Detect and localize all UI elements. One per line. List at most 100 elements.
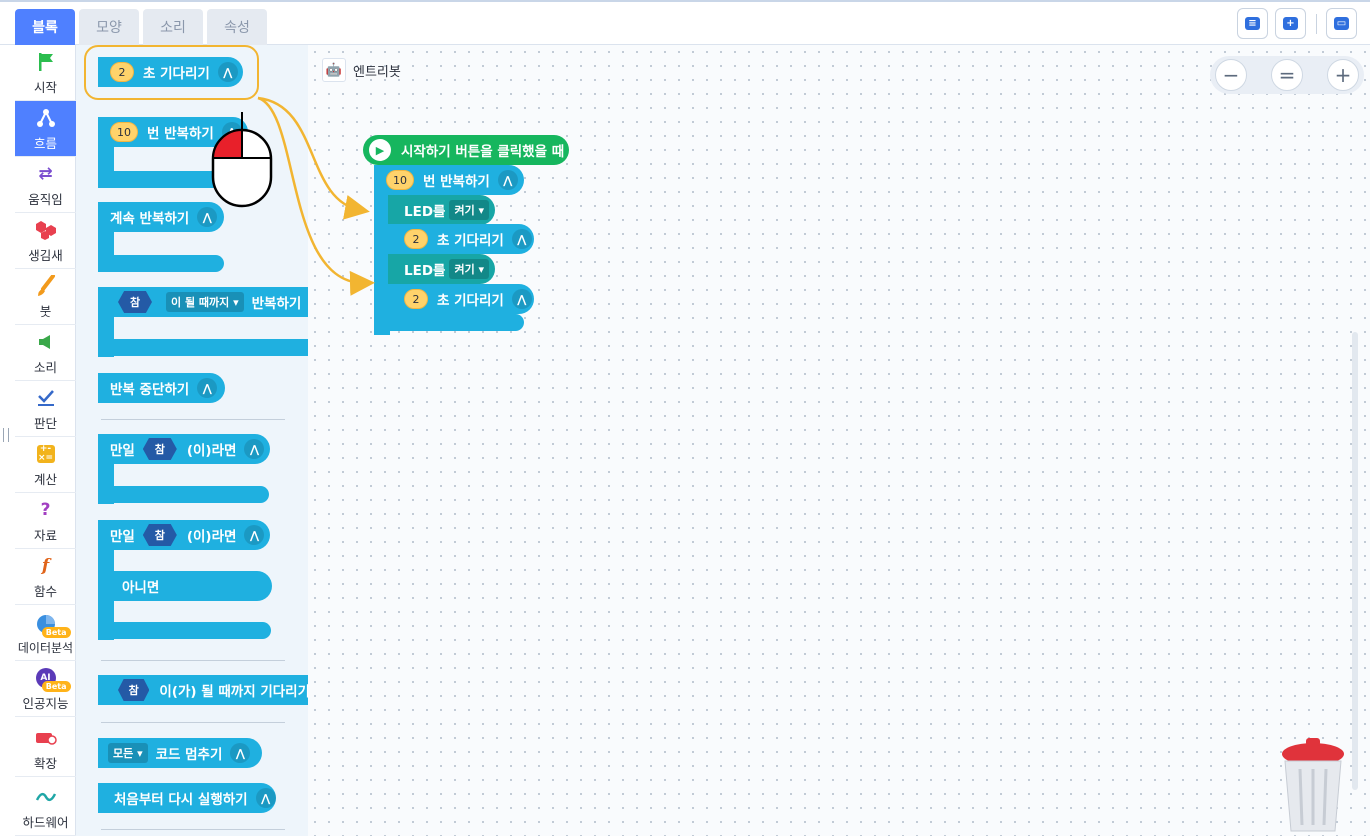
led-on-block[interactable]: LED를 켜기 ▾ [388, 254, 495, 284]
block-label: LED를 [404, 263, 446, 279]
block-label: 시작하기 버튼을 클릭했을 때 [401, 144, 565, 160]
number-input[interactable]: 10 [110, 122, 138, 142]
category-calc[interactable]: +- ×= 계산 [15, 437, 76, 493]
script-canvas[interactable]: 🤖 엔트리봇 − = + ▶ 시작하기 버튼을 클릭했을 때 10 번 반복하기… [308, 45, 1370, 836]
flow-icon: ⋀ [197, 378, 218, 398]
category-label: 하드웨어 [22, 815, 69, 830]
add-comment-button[interactable]: + [1275, 8, 1306, 39]
tab-bar: 블록 모양 소리 속성 ≡ + ▭ [0, 2, 1370, 45]
else-label: 아니면 [98, 571, 272, 601]
led-on-block[interactable]: LED를 켜기 ▾ [388, 195, 495, 225]
category-ai[interactable]: AI Beta 인공지능 [15, 661, 76, 717]
vertical-scrollbar[interactable] [1352, 332, 1358, 790]
category-sound[interactable]: 소리 [15, 325, 76, 381]
block-label: (이)라면 [186, 529, 237, 545]
flow-icon: ⋀ [230, 743, 251, 763]
category-hardware[interactable]: 하드웨어 [15, 777, 76, 836]
block-label: 초 기다리기 [437, 293, 504, 309]
block-label: 처음부터 다시 실행하기 [114, 792, 248, 808]
restart-block[interactable]: 처음부터 다시 실행하기 ⋀ [98, 783, 276, 813]
sprite-name: 엔트리봇 [353, 64, 401, 80]
shapes-icon [35, 219, 57, 241]
repeat-n-block[interactable]: 10 번 반복하기 ⋀ [374, 165, 524, 195]
trash-icon[interactable] [1278, 735, 1348, 835]
wait-seconds-block[interactable]: 2 초 기다리기 ⋀ [388, 224, 534, 254]
comment-icon: ≡ [1245, 17, 1260, 30]
zoom-out-button[interactable]: − [1215, 59, 1247, 91]
block-label: 번 반복하기 [147, 126, 214, 142]
tab-sounds[interactable]: 소리 [143, 9, 203, 45]
category-label: 함수 [33, 584, 57, 599]
tab-shapes[interactable]: 모양 [79, 9, 139, 45]
flow-icon: ⋀ [511, 289, 532, 309]
block-label: 초 기다리기 [437, 233, 504, 249]
storage-icon: ▭ [1334, 17, 1349, 30]
palette-divider [101, 722, 285, 723]
block-label: 반복하기 [251, 296, 302, 312]
beta-badge: Beta [41, 681, 71, 692]
comment-button[interactable]: ≡ [1237, 8, 1268, 39]
brush-icon [35, 275, 57, 297]
block-label: 계속 반복하기 [110, 211, 190, 227]
beta-badge: Beta [41, 627, 71, 638]
flow-icon: ⋀ [244, 439, 265, 459]
category-looks[interactable]: 생김새 [15, 213, 76, 269]
tab-properties[interactable]: 속성 [207, 9, 267, 45]
left-resize-grip[interactable] [3, 428, 9, 442]
wait-until-block[interactable]: 참 이(가) 될 때까지 기다리기 [98, 675, 308, 705]
category-label: 붓 [39, 304, 52, 319]
when-start-clicked-block[interactable]: ▶ 시작하기 버튼을 클릭했을 때 [363, 135, 569, 165]
boolean-slot[interactable]: 참 [118, 291, 152, 313]
play-icon: ▶ [369, 139, 391, 161]
zoom-reset-button[interactable]: = [1271, 59, 1303, 91]
storage-button[interactable]: ▭ [1326, 8, 1357, 39]
boolean-slot[interactable]: 참 [118, 679, 150, 701]
category-sidebar: 시작 흐름 ⇄ 움직임 생김새 붓 소리 판단 +- ×= 계산 ? 자료 f 함… [15, 45, 76, 836]
flow-icon: ⋀ [244, 525, 265, 545]
category-label: 확장 [33, 756, 57, 771]
led-state-dropdown[interactable]: 켜기 ▾ [449, 200, 490, 220]
category-judge[interactable]: 판단 [15, 381, 76, 437]
category-data-analysis[interactable]: Beta 데이터분석 [15, 605, 76, 661]
block-label: 만일 [110, 529, 135, 545]
category-label: 자료 [33, 528, 57, 543]
break-loop-block[interactable]: 반복 중단하기 ⋀ [98, 373, 225, 403]
boolean-slot[interactable]: 참 [142, 438, 177, 460]
number-input[interactable]: 10 [386, 170, 414, 190]
stop-code-block[interactable]: 모든 ▾ 코드 멈추기 ⋀ [98, 738, 262, 768]
until-dropdown[interactable]: 이 될 때까지 ▾ [166, 292, 244, 312]
function-icon: f [41, 556, 50, 576]
ai-icon: AI Beta [35, 667, 71, 692]
category-label: 데이터분석 [17, 641, 74, 655]
category-start[interactable]: 시작 [15, 45, 76, 101]
hardware-icon [35, 786, 57, 808]
scope-dropdown[interactable]: 모든 ▾ [108, 743, 148, 763]
palette-divider [101, 419, 285, 420]
tab-blocks[interactable]: 블록 [15, 9, 75, 45]
check-icon [35, 387, 57, 409]
category-flow[interactable]: 흐름 [15, 101, 76, 157]
number-input[interactable]: 2 [404, 289, 428, 309]
number-input[interactable]: 2 [404, 229, 428, 249]
flow-icon [35, 107, 57, 129]
palette-divider [101, 829, 285, 830]
selected-block-highlight [84, 45, 259, 100]
category-data[interactable]: ? 자료 [15, 493, 76, 549]
block-label: 코드 멈추기 [155, 747, 223, 763]
led-state-dropdown[interactable]: 켜기 ▾ [449, 259, 490, 279]
zoom-in-button[interactable]: + [1327, 59, 1359, 91]
mouse-click-icon [211, 112, 273, 208]
boolean-slot[interactable]: 참 [142, 524, 177, 546]
wait-seconds-block[interactable]: 2 초 기다리기 ⋀ [388, 284, 534, 314]
category-label: 계산 [33, 472, 57, 487]
speaker-icon [35, 331, 57, 353]
category-extension[interactable]: 확장 [15, 717, 76, 777]
category-label: 판단 [33, 416, 57, 431]
category-label: 인공지능 [22, 696, 69, 711]
block-label: 반복 중단하기 [110, 382, 190, 398]
toolbar-divider [1316, 14, 1317, 34]
category-brush[interactable]: 붓 [15, 269, 76, 325]
category-motion[interactable]: ⇄ 움직임 [15, 157, 76, 213]
category-function[interactable]: f 함수 [15, 549, 76, 605]
arrows-icon: ⇄ [38, 164, 53, 184]
